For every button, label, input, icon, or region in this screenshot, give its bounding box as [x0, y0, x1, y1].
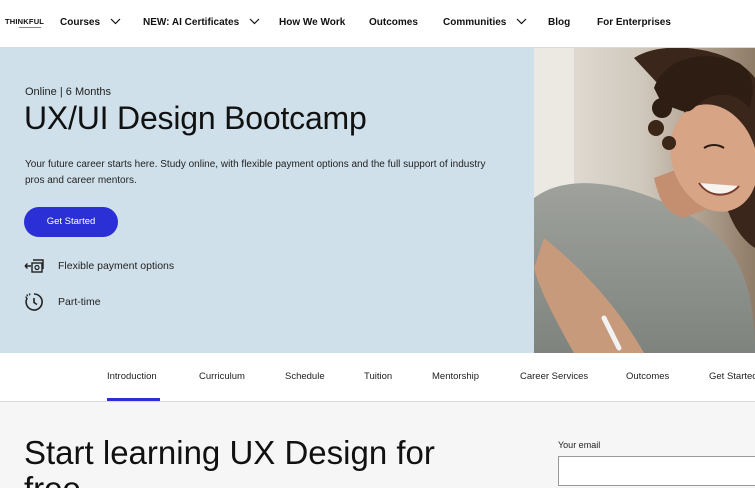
feature-label: Part-time — [58, 296, 101, 308]
nav-item-label: For Enterprises — [597, 17, 671, 28]
nav-item-label: Outcomes — [369, 17, 418, 28]
tab-career-services[interactable]: Career Services — [520, 371, 588, 382]
chevron-down-icon — [110, 18, 121, 25]
woman-smiling-image — [534, 48, 755, 353]
nav-item-blog[interactable]: Blog — [548, 17, 570, 28]
nav-item-communities[interactable]: Communities — [443, 17, 527, 28]
page-title: UX/UI Design Bootcamp — [24, 100, 367, 136]
feature-label: Flexible payment options — [58, 260, 175, 272]
feature-part-time: Part-time — [24, 292, 101, 312]
tab-curriculum[interactable]: Curriculum — [199, 371, 245, 382]
nav-item-label: Blog — [548, 17, 571, 28]
chevron-down-icon — [516, 18, 527, 25]
section-title: Start learning UX Design for free — [24, 434, 435, 488]
nav-item-label: NEW: AI Certificates — [143, 17, 240, 28]
tab-mentorship[interactable]: Mentorship — [432, 371, 479, 382]
chevron-down-icon — [249, 18, 260, 25]
nav-item-ai-certificates[interactable]: NEW: AI Certificates — [143, 17, 260, 28]
nav-item-label: Communities — [443, 17, 507, 28]
section-tabs: Introduction Curriculum Schedule Tuition… — [0, 353, 755, 402]
nav-item-courses[interactable]: Courses — [60, 17, 121, 28]
email-field[interactable] — [558, 456, 755, 486]
email-label: Your email — [558, 440, 601, 450]
hero-eyebrow: Online | 6 Months — [25, 86, 112, 98]
get-started-button[interactable]: Get Started — [24, 207, 118, 237]
tab-tuition[interactable]: Tuition — [364, 371, 392, 382]
clock-icon — [25, 293, 43, 311]
active-tab-indicator — [107, 398, 160, 401]
hero-photo — [534, 48, 755, 353]
thinkful-logo[interactable]: THINKFUL — [5, 18, 47, 32]
top-navigation: THINKFUL Courses NEW: AI Certificates Ho… — [0, 0, 755, 48]
nav-item-outcomes[interactable]: Outcomes — [369, 17, 418, 28]
feature-flexible-payment: Flexible payment options — [24, 258, 174, 274]
tab-get-started[interactable]: Get Started — [709, 371, 755, 382]
logo-text: THINKFUL — [5, 17, 45, 26]
nav-item-label: How We Work — [279, 17, 346, 28]
nav-item-label: Courses — [60, 17, 101, 28]
tab-introduction[interactable]: Introduction — [107, 371, 157, 382]
hero-description: Your future career starts here. Study on… — [25, 159, 486, 186]
tab-outcomes[interactable]: Outcomes — [626, 371, 669, 382]
nav-item-for-enterprises[interactable]: For Enterprises — [597, 17, 671, 28]
nav-item-how-we-work[interactable]: How We Work — [279, 17, 345, 28]
payment-icon — [24, 259, 44, 273]
tab-schedule[interactable]: Schedule — [285, 371, 325, 382]
